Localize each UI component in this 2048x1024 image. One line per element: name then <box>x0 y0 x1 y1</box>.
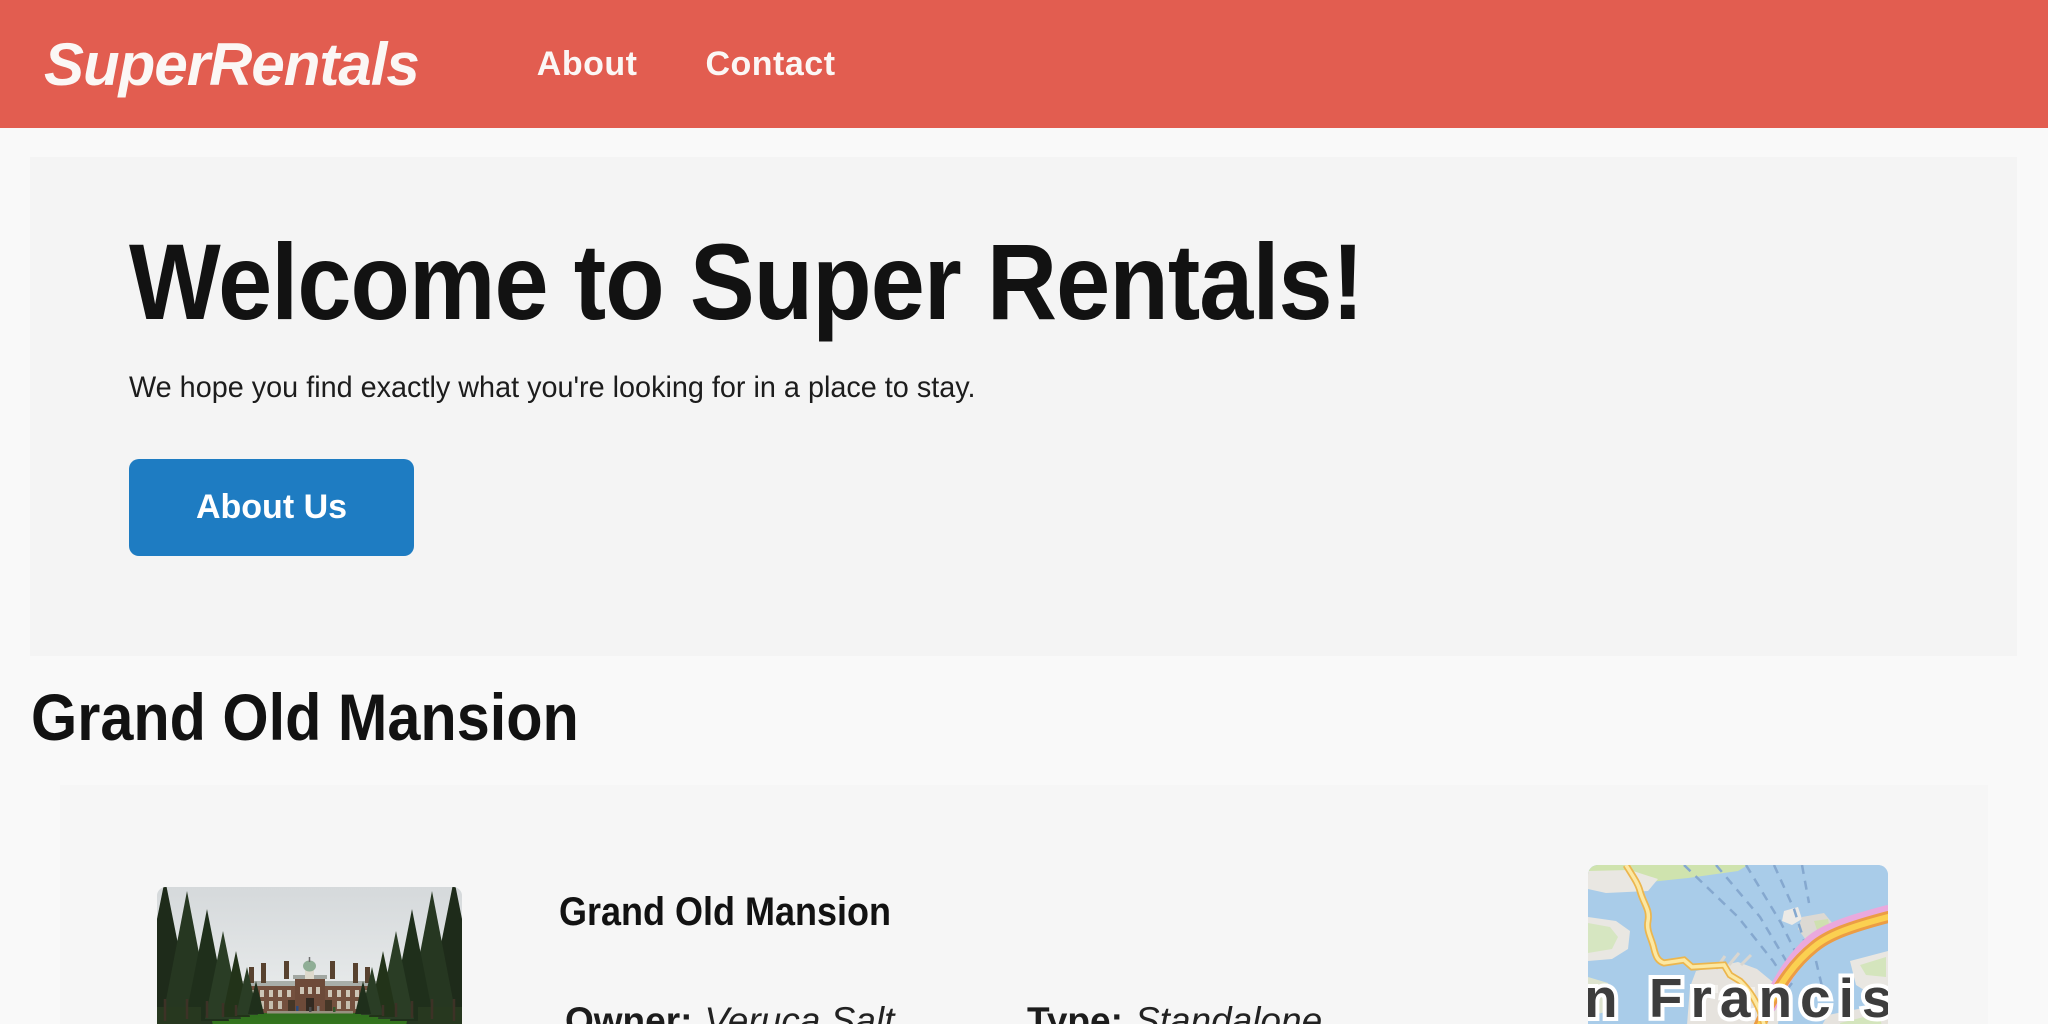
hero-title: Welcome to Super Rentals! <box>129 214 1828 349</box>
rental-card: Grand Old Mansion Owner: Veruca Salt Type… <box>60 785 1988 1024</box>
about-us-button[interactable]: About Us <box>129 459 414 556</box>
nav-link-about[interactable]: About <box>537 45 638 84</box>
nav-link-contact[interactable]: Contact <box>705 45 835 84</box>
navbar: SuperRentals About Contact <box>0 0 2048 128</box>
map-graphic: n Francis <box>1588 865 1888 1024</box>
owner-value: Veruca Salt <box>704 1000 894 1024</box>
rental-type-row: Type: Standalone <box>1027 999 1322 1024</box>
map-city-label: n Francis <box>1588 967 1888 1024</box>
rental-name-heading: Grand Old Mansion <box>31 678 1846 757</box>
site-logo[interactable]: SuperRentals <box>44 30 419 99</box>
jumbotron: Welcome to Super Rentals! We hope you fi… <box>30 157 2017 656</box>
nav-links: About Contact <box>419 45 836 84</box>
mansion-photo-graphic <box>157 887 462 1024</box>
type-value: Standalone <box>1135 1000 1322 1024</box>
hero-subtitle: We hope you find exactly what you're loo… <box>129 367 1941 409</box>
rental-photo-image[interactable] <box>157 887 462 1024</box>
type-label: Type: <box>1027 1000 1123 1024</box>
rental-card-title: Grand Old Mansion <box>559 888 891 936</box>
owner-label: Owner: <box>565 1000 692 1024</box>
rental-map-image: n Francis <box>1588 865 1888 1024</box>
rental-owner-row: Owner: Veruca Salt <box>565 999 894 1024</box>
